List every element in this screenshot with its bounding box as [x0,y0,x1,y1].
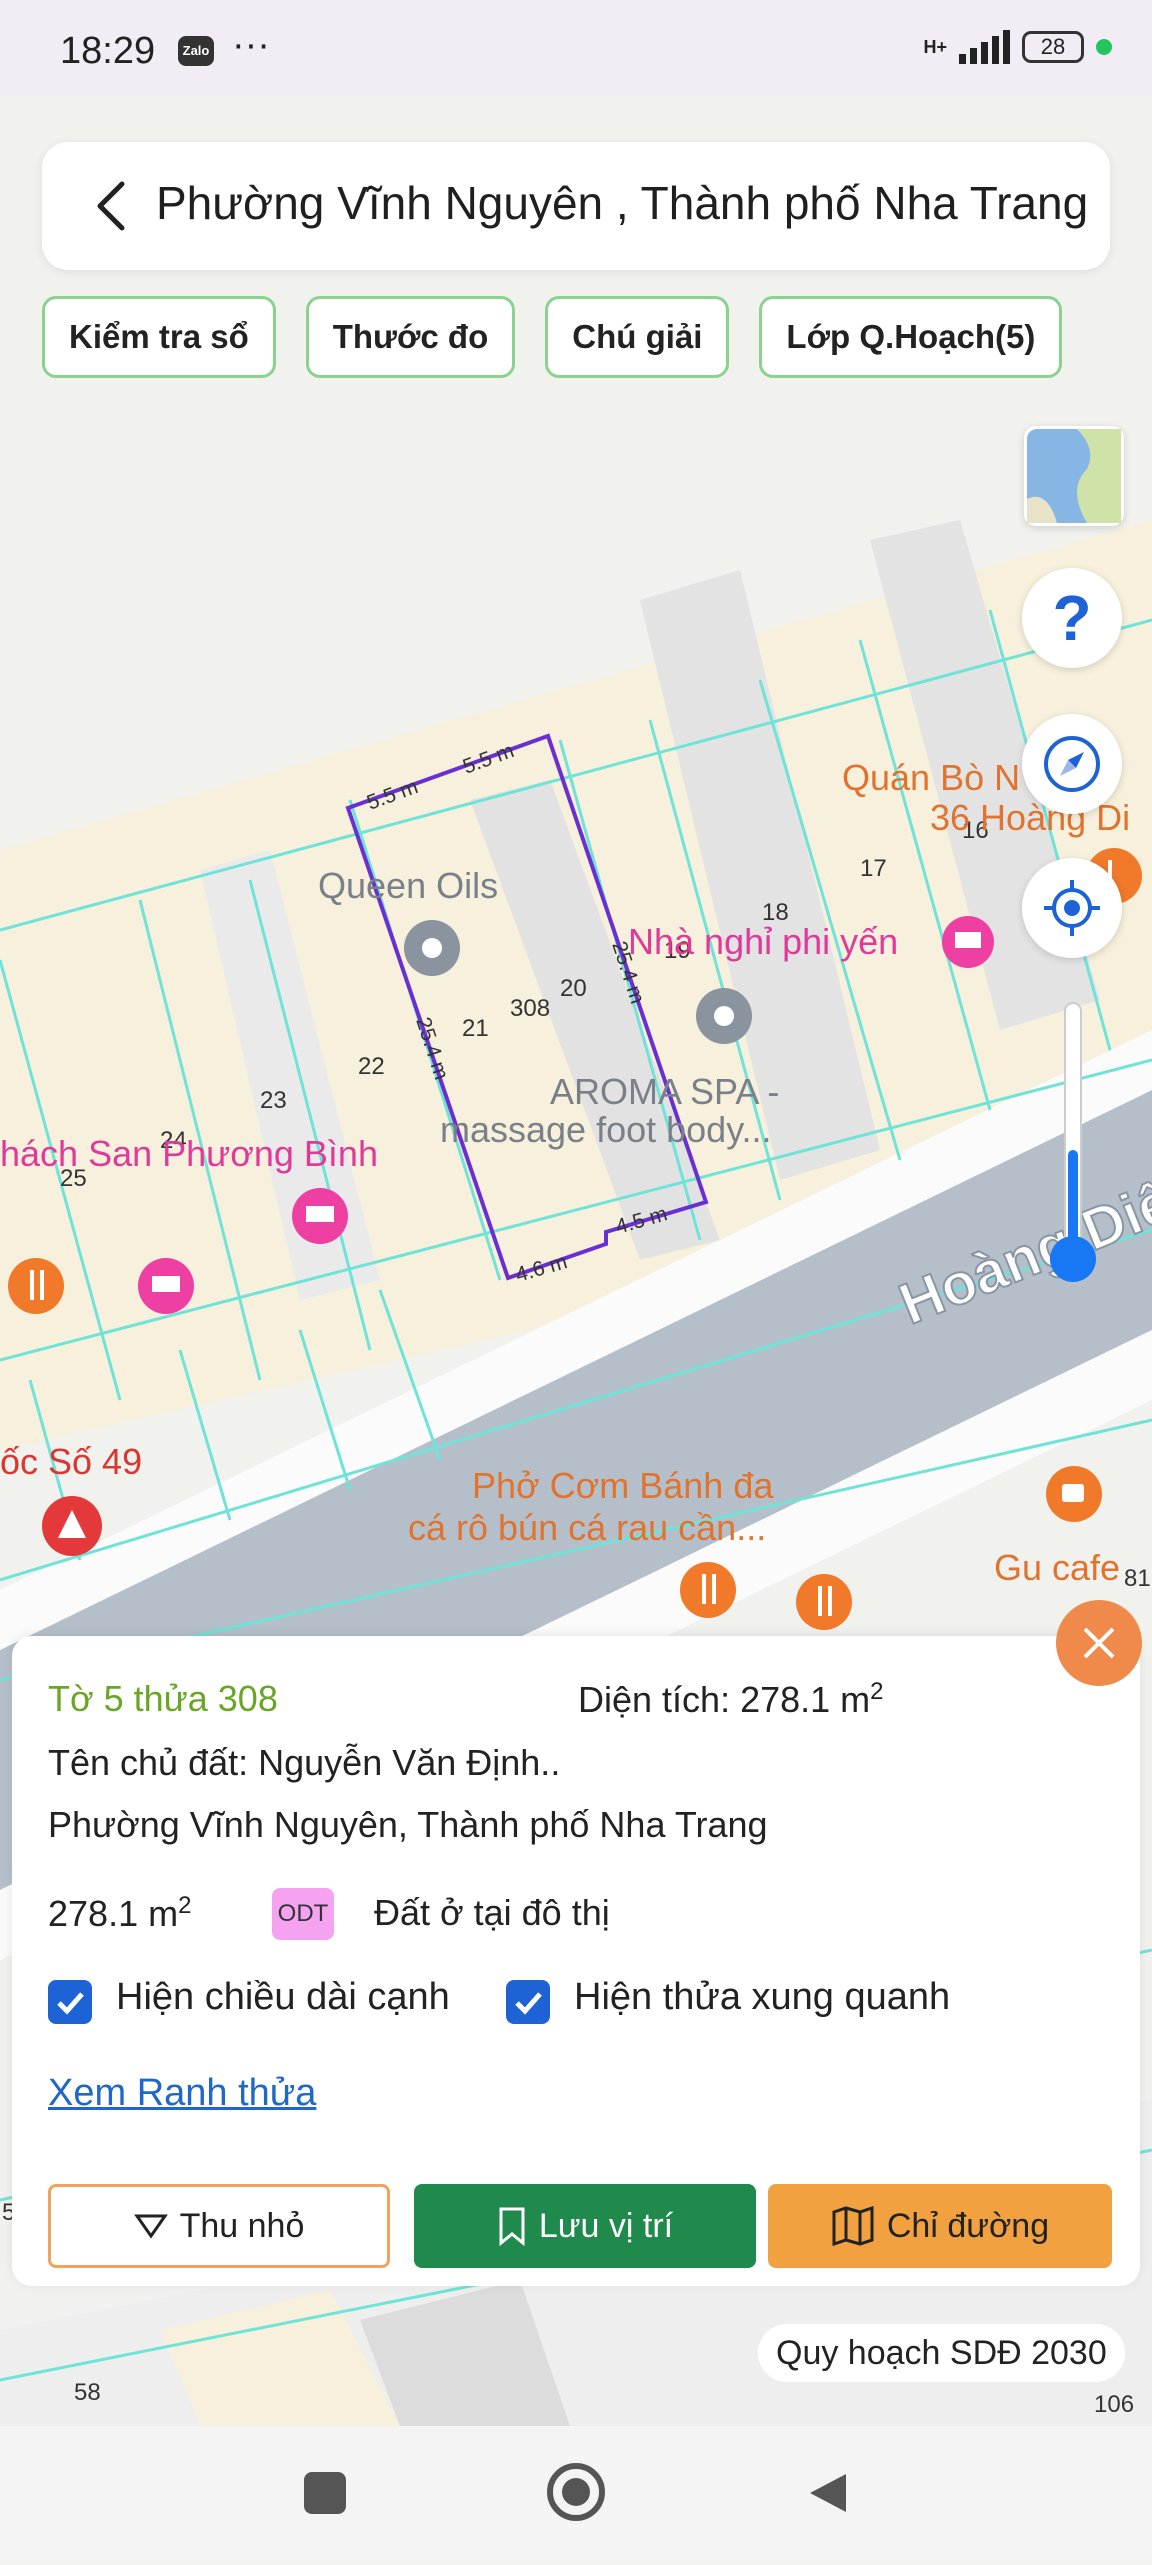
close-panel-button[interactable] [1056,1600,1142,1686]
hotel-pin-icon[interactable] [138,1258,194,1314]
map-type-toggle[interactable] [1024,426,1124,526]
triangle-down-icon [133,2214,168,2239]
parcel-id: Tờ 5 thửa 308 [48,1678,278,1719]
status-indicators: H+ 28 [923,30,1112,64]
parcel-number: 23 [260,1087,287,1114]
show-surrounding-label[interactable]: Hiện thửa xung quanh [574,1976,950,2019]
land-type: Đất ở tại đô thị [374,1892,610,1933]
hotel-pin-icon[interactable] [292,1188,348,1244]
parcel-info-panel: Tờ 5 thửa 308 Diện tích: 278.1 m2 Tên ch… [12,1636,1140,2286]
parcel-address: Phường Vĩnh Nguyên, Thành phố Nha Trang [48,1804,768,1845]
close-icon [1083,1627,1115,1659]
privacy-dot-icon [1096,39,1112,55]
poi-aroma-spa: AROMA SPA - [550,1071,779,1112]
shrink-button[interactable]: Thu nhỏ [48,2184,390,2268]
satellite-map-icon [1027,429,1121,523]
check-icon [515,1992,542,2015]
aroma-spa-pin-icon[interactable] [696,988,752,1044]
signal-icon [959,30,1010,64]
poi-pho-com-sub: cá rô bún cá rau cần... [408,1507,766,1548]
planning-layer-label[interactable]: Quy hoạch SDĐ 2030 [758,2324,1125,2382]
recents-icon[interactable] [304,2472,346,2514]
back-icon[interactable] [810,2474,846,2512]
parcel-number: 106 [1094,2391,1134,2418]
location-title: Phường Vĩnh Nguyên , Thành phố Nha Trang [156,177,1089,229]
back-arrow-icon[interactable] [82,176,142,236]
tool-chips: Kiểm tra sổ Thước đo Chú giải Lớp Q.Hoạc… [42,296,1063,378]
restaurant-pin-icon[interactable] [680,1562,736,1618]
poi-khach-san: hách San Phương Bình [0,1133,378,1174]
parcel-number: 21 [462,1015,489,1042]
status-bar: 18:29 Zalo ··· H+ 28 [0,0,1152,96]
shop-pin-icon[interactable] [42,1496,102,1556]
my-location-button[interactable] [1022,858,1122,958]
parcel-number: 17 [860,855,887,882]
zalo-icon: Zalo [178,36,214,66]
poi-pho-com: Phở Cơm Bánh đa [472,1465,774,1506]
restaurant-pin-icon[interactable] [796,1574,852,1630]
directions-button[interactable]: Chỉ đường [768,2184,1112,2268]
map-icon [832,2206,874,2246]
system-nav-bar [0,2426,1152,2560]
locate-icon [1044,880,1100,936]
check-icon [57,1992,84,2015]
bookmark-icon [499,2207,525,2246]
save-location-label: Lưu vị trí [538,2206,674,2245]
restaurant-pin-icon[interactable] [8,1258,64,1314]
land-code-badge: ODT [272,1888,334,1940]
poi-aroma-spa-sub: massage foot body... [440,1109,772,1150]
battery-icon: 28 [1022,31,1084,63]
land-area-value: 278.1 m2 [48,1892,192,1934]
question-icon: ? [1052,582,1092,654]
poi-gu-cafe: Gu cafe [994,1547,1120,1588]
chip-legend[interactable]: Chú giải [545,296,730,378]
status-time: 18:29 [60,30,156,72]
poi-quan-bo: Quán Bò N [842,757,1020,798]
shrink-label: Thu nhỏ [179,2206,305,2245]
show-edge-length-checkbox[interactable] [48,1980,92,2024]
parcel-area: Diện tích: 278.1 m2 [578,1678,884,1720]
chip-check-book[interactable]: Kiểm tra sổ [42,296,276,378]
help-button[interactable]: ? [1022,568,1122,668]
parcel-number: 81 [1124,1565,1151,1592]
parcel-number: 58 [74,2379,101,2406]
location-header[interactable]: Phường Vĩnh Nguyên , Thành phố Nha Trang [42,142,1110,270]
parcel-number-selected: 308 [510,995,550,1022]
show-edge-length-label[interactable]: Hiện chiều dài cạnh [116,1976,450,2019]
home-icon[interactable] [547,2463,605,2521]
owner-name: Tên chủ đất: Nguyễn Văn Định.. [48,1742,561,1783]
show-surrounding-checkbox[interactable] [506,1980,550,2024]
poi-oc-so: ốc Số 49 [0,1441,142,1482]
hotel-pin-icon[interactable] [942,916,994,968]
compass-button[interactable] [1022,714,1122,814]
cafe-pin-icon[interactable] [1046,1466,1102,1522]
poi-nha-nghi: Nhà nghỉ phi yến [628,921,898,962]
chip-ruler[interactable]: Thước đo [305,296,516,378]
parcel-number: 22 [358,1053,385,1080]
queen-oils-pin-icon[interactable] [404,920,460,976]
save-location-button[interactable]: Lưu vị trí [414,2184,756,2268]
parcel-number: 20 [560,975,587,1002]
chip-planning-layers[interactable]: Lớp Q.Hoạch(5) [759,296,1063,378]
zoom-slider-handle[interactable] [1050,1236,1096,1282]
poi-queen-oils: Queen Oils [318,865,498,906]
view-boundary-link[interactable]: Xem Ranh thửa [48,2072,316,2115]
network-type: H+ [923,37,947,57]
compass-icon [1044,736,1100,792]
more-notifications-icon: ··· [232,24,270,66]
directions-label: Chỉ đường [886,2206,1050,2245]
